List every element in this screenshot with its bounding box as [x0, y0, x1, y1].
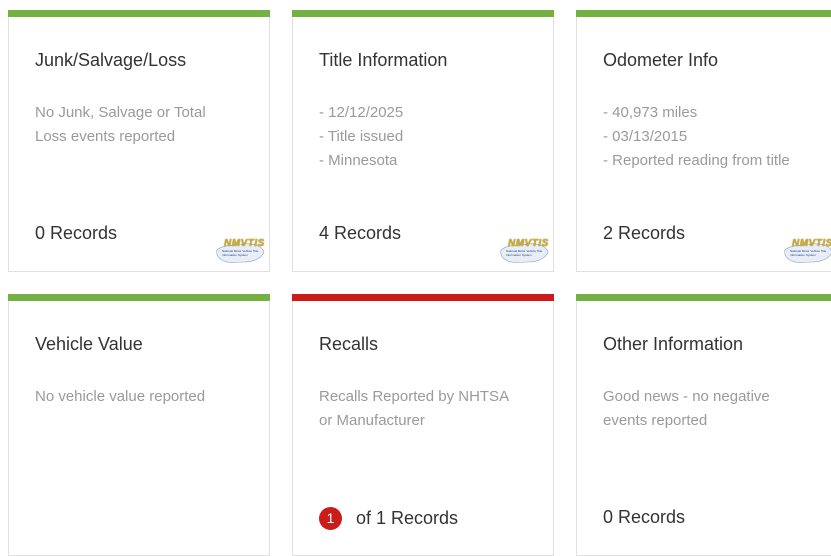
description-line: Loss events reported: [35, 128, 176, 145]
card-title: Junk/Salvage/Loss: [35, 50, 187, 70]
description-line: - Minnesota: [319, 152, 398, 169]
nmvtis-logo: NMVTIS National Motor Vehicle Title Info…: [782, 238, 831, 266]
card-vehicle-value[interactable]: Vehicle Value No vehicle value reported: [8, 294, 270, 556]
card-title: Odometer Info: [603, 50, 719, 70]
status-bar: [292, 10, 554, 17]
card-description: Good news - no negative events reported: [603, 385, 808, 433]
description-line: Good news - no negative: [603, 388, 770, 405]
card-description: No Junk, Salvage or Total Loss events re…: [35, 101, 240, 149]
card-title: Title Information: [319, 50, 448, 70]
records-count[interactable]: 2 Records: [603, 223, 685, 244]
description-line: - 12/12/2025: [319, 104, 404, 121]
nmvtis-logo: NMVTIS National Motor Vehicle Title Info…: [498, 238, 551, 266]
card-title: Vehicle Value: [35, 334, 143, 354]
card-description: No vehicle value reported: [35, 385, 240, 409]
recall-count-badge: 1: [319, 507, 342, 530]
card-other-information[interactable]: Other Information Good news - no negativ…: [576, 294, 831, 556]
card-odometer-info[interactable]: Odometer Info - 40,973 miles - 03/13/201…: [576, 10, 831, 272]
description-line: - Reported reading from title: [603, 152, 790, 169]
records-count[interactable]: 0 Records: [603, 507, 685, 528]
card-title: Other Information: [603, 334, 744, 354]
status-bar: [8, 294, 270, 301]
card-title: Recalls: [319, 334, 379, 354]
card-recalls[interactable]: Recalls Recalls Reported by NHTSA or Man…: [292, 294, 554, 556]
status-bar: [292, 294, 554, 301]
description-line: or Manufacturer: [319, 412, 425, 429]
card-description: - 12/12/2025 - Title issued - Minnesota: [319, 101, 524, 173]
description-line: No Junk, Salvage or Total: [35, 104, 206, 121]
card-description: Recalls Reported by NHTSA or Manufacture…: [319, 385, 524, 433]
records-count[interactable]: 1 of 1 Records: [319, 507, 458, 530]
description-line: - 40,973 miles: [603, 104, 698, 121]
description-line: - 03/13/2015: [603, 128, 688, 145]
records-count[interactable]: 4 Records: [319, 223, 401, 244]
card-description: - 40,973 miles - 03/13/2015 - Reported r…: [603, 101, 808, 173]
status-bar: [8, 10, 270, 17]
description-line: - Title issued: [319, 128, 404, 145]
records-count[interactable]: 0 Records: [35, 223, 117, 244]
card-title-information[interactable]: Title Information - 12/12/2025 - Title i…: [292, 10, 554, 272]
status-bar: [576, 294, 831, 301]
description-line: events reported: [603, 412, 708, 429]
nmvtis-logo: NMVTIS National Motor Vehicle Title Info…: [214, 238, 267, 266]
status-bar: [576, 10, 831, 17]
card-junk-salvage-loss[interactable]: Junk/Salvage/Loss No Junk, Salvage or To…: [8, 10, 270, 272]
description-line: Recalls Reported by NHTSA: [319, 388, 510, 405]
description-line: No vehicle value reported: [35, 388, 206, 405]
